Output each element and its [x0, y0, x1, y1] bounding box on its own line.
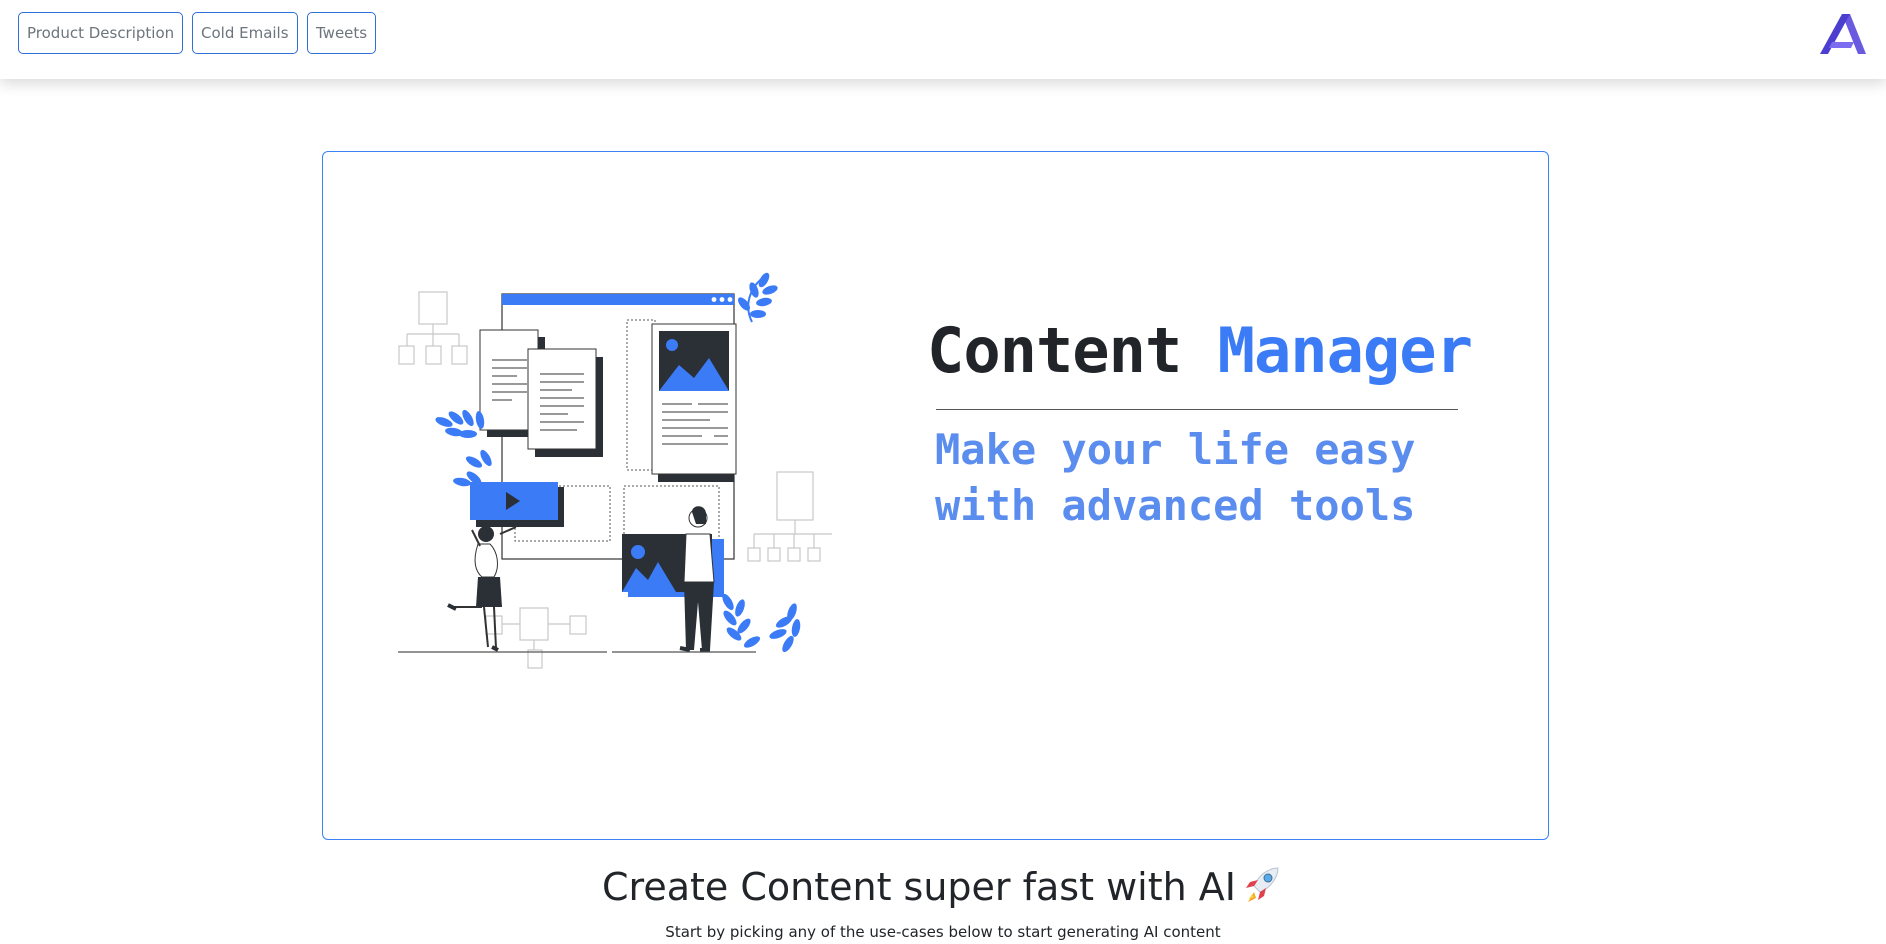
hero-divider	[936, 409, 1458, 410]
hero-title: Content Manager	[927, 314, 1473, 387]
nav-product-description-button[interactable]: Product Description	[18, 12, 184, 54]
nav-cold-emails-button[interactable]: Cold Emails	[192, 12, 298, 54]
main-heading-text: Create Content super fast with AI	[602, 865, 1236, 909]
main-heading: Create Content super fast with AI	[0, 862, 1886, 909]
nav-tweets-button[interactable]: Tweets	[307, 12, 377, 54]
top-navbar: Product Description Cold Emails Tweets	[0, 0, 1886, 79]
hero-title-part1: Content	[927, 314, 1182, 387]
main-subheading: Start by picking any of the use-cases be…	[665, 923, 1221, 941]
brand-logo-icon[interactable]	[1820, 12, 1868, 56]
hero-title-part2: Manager	[1217, 314, 1473, 387]
content-management-illustration	[398, 272, 832, 669]
hero-subtitle: Make your life easy with advanced tools	[935, 425, 1416, 530]
rocket-icon	[1245, 867, 1279, 902]
